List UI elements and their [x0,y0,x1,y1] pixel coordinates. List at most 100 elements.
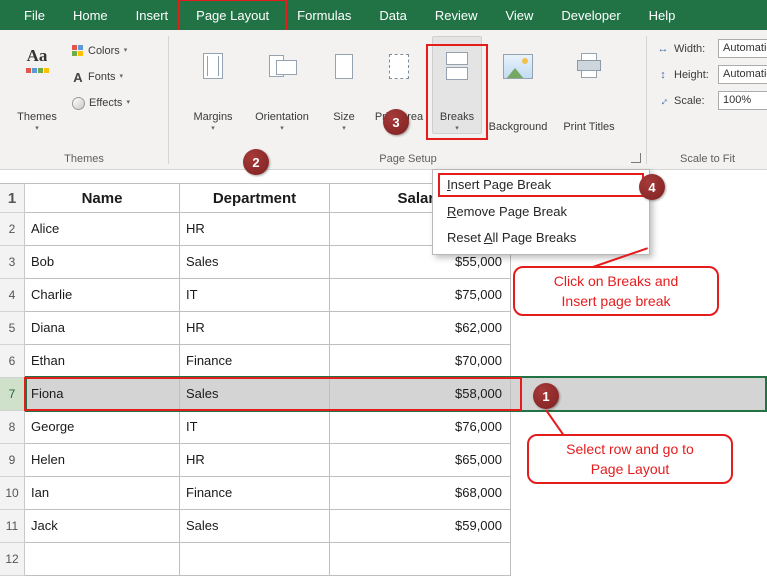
fonts-icon: A [72,70,84,85]
chevron-down-icon: ▾ [280,125,284,133]
cell-name[interactable]: George [25,411,180,444]
cell-name[interactable]: Jack [25,510,180,543]
print-titles-button[interactable]: Print Titles [560,36,618,134]
cell-name[interactable] [25,543,180,576]
annotation-badge-1: 1 [533,383,559,409]
sheet-row: 10 Ian Finance $68,000 [0,477,511,510]
callout-select-row: Select row and go to Page Layout [527,434,733,484]
cell-salary[interactable]: $75,000 [330,279,511,312]
scale-combo[interactable]: 100% [718,91,767,110]
cell-department[interactable]: Sales [180,510,330,543]
cell-name[interactable]: Ethan [25,345,180,378]
row-number[interactable]: 11 [0,510,25,543]
row-number[interactable]: 3 [0,246,25,279]
cell-name[interactable]: Helen [25,444,180,477]
height-setting-row: ↕ Height: Automatic [656,64,714,86]
row-number[interactable]: 6 [0,345,25,378]
tab-formulas[interactable]: Formulas [283,3,365,28]
colors-button[interactable]: Colors ▾ [68,40,131,62]
margins-button-label: Margins [193,111,232,123]
tab-insert[interactable]: Insert [122,3,183,28]
effects-button[interactable]: Effects ▾ [68,92,134,114]
cell-salary[interactable]: $76,000 [330,411,511,444]
group-separator [646,36,647,164]
height-combo[interactable]: Automatic [718,65,767,84]
row-number[interactable]: 4 [0,279,25,312]
themes-group-label: Themes [0,153,168,165]
height-label: Height: [674,69,714,81]
chevron-down-icon: ▾ [35,125,39,133]
colors-icon [72,45,84,57]
tab-home[interactable]: Home [59,3,122,28]
tab-review[interactable]: Review [421,3,492,28]
cell-department[interactable]: IT [180,279,330,312]
colors-button-label: Colors [88,45,120,57]
cell-department[interactable] [180,543,330,576]
menu-item-accesskey: R [447,204,456,219]
cell-salary[interactable] [330,543,511,576]
annotation-badge-3: 3 [383,109,409,135]
menu-item-remove-page-break[interactable]: Remove Page Break [433,199,649,225]
margins-icon [203,49,223,83]
background-button-label: Background [489,121,548,133]
tab-developer[interactable]: Developer [547,3,634,28]
size-button-label: Size [333,111,354,123]
width-icon: ↔ [656,43,670,55]
dialog-launcher-icon[interactable] [631,153,641,163]
fonts-button-label: Fonts [88,71,116,83]
ribbon: Aa Themes ▾ Colors ▾ A Fonts ▾ Effects ▾ [0,30,767,170]
cell-salary[interactable]: $62,000 [330,312,511,345]
annotation-box-breaks [426,44,488,140]
width-combo[interactable]: Automatic [718,39,767,58]
excel-window: File Home Insert Page Layout Formulas Da… [0,0,767,582]
cell-department[interactable]: Finance [180,477,330,510]
row-number[interactable]: 5 [0,312,25,345]
margins-button[interactable]: Margins ▾ [184,36,242,134]
width-label: Width: [674,43,714,55]
orientation-button[interactable]: Orientation ▾ [246,36,318,134]
row-number[interactable]: 10 [0,477,25,510]
row-number[interactable]: 2 [0,213,25,246]
scale-label: Scale: [674,95,714,107]
tab-file[interactable]: File [10,3,59,28]
scale-icon: ↔ [656,95,670,107]
cell-name[interactable]: Alice [25,213,180,246]
cell-department[interactable]: HR [180,312,330,345]
cell-department[interactable]: HR [180,444,330,477]
tab-view[interactable]: View [491,3,547,28]
cell-salary[interactable]: $59,000 [330,510,511,543]
callout-text: Select row and go to [529,439,731,459]
cell-salary[interactable]: $70,000 [330,345,511,378]
menu-item-insert-page-break[interactable]: Insert Page Break [438,173,644,197]
cell-salary[interactable]: $68,000 [330,477,511,510]
fonts-button[interactable]: A Fonts ▾ [68,66,127,88]
cell-name[interactable]: Bob [25,246,180,279]
tab-page-layout[interactable]: Page Layout [182,3,283,28]
row-number[interactable]: 12 [0,543,25,576]
cell-department[interactable]: Finance [180,345,330,378]
ribbon-tab-bar: File Home Insert Page Layout Formulas Da… [0,0,767,30]
row-number[interactable]: 9 [0,444,25,477]
annotation-badge-2: 2 [243,149,269,175]
cell-name[interactable]: Diana [25,312,180,345]
cell-salary[interactable]: $65,000 [330,444,511,477]
page-setup-group-label: Page Setup [170,153,646,165]
tab-help[interactable]: Help [635,3,690,28]
row-number[interactable]: 1 [0,183,25,213]
background-button[interactable]: Background [484,36,552,134]
cell-name[interactable]: Ian [25,477,180,510]
menu-item-reset-all-page-breaks[interactable]: Reset All Page Breaks [433,225,649,251]
tab-data[interactable]: Data [365,3,420,28]
row-number[interactable]: 8 [0,411,25,444]
cell-department[interactable]: IT [180,411,330,444]
header-cell-name[interactable]: Name [25,183,180,213]
cell-department[interactable]: HR [180,213,330,246]
cell-name[interactable]: Charlie [25,279,180,312]
row-number[interactable]: 7 [0,378,25,411]
header-cell-department[interactable]: Department [180,183,330,213]
orientation-icon [268,49,296,83]
orientation-button-label: Orientation [255,111,309,123]
themes-button[interactable]: Aa Themes ▾ [10,36,64,134]
cell-department[interactable]: Sales [180,246,330,279]
size-button[interactable]: Size ▾ [322,36,366,134]
